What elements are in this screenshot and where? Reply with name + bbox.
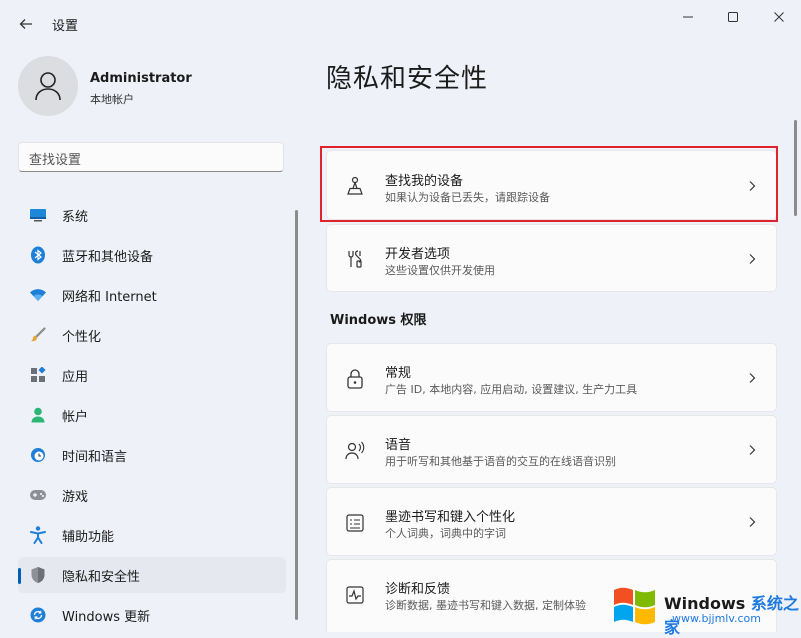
find-device-icon [343, 174, 367, 198]
diagnostics-icon [343, 583, 367, 607]
card-subtitle: 诊断数据, 墨迹书写和键入数据, 定制体验 [385, 599, 586, 612]
profile-account-type: 本地帐户 [90, 93, 134, 106]
developer-tools-icon [343, 247, 367, 271]
inking-icon [343, 511, 367, 535]
watermark-url: www.bjjmlv.com [672, 612, 761, 625]
speech-card[interactable]: 语音 用于听写和其他基于语音的交互的在线语音识别 [326, 415, 777, 484]
card-subtitle: 用于听写和其他基于语音的交互的在线语音识别 [385, 455, 616, 468]
section-heading: Windows 权限 [330, 313, 427, 328]
inking-typing-card[interactable]: 墨迹书写和键入个性化 个人词典，词典中的字词 [326, 487, 777, 556]
close-icon [774, 12, 784, 22]
apps-icon [29, 366, 47, 384]
sidebar-item-time-language[interactable]: 时间和语言 [18, 437, 286, 473]
sidebar-item-label: 隐私和安全性 [62, 569, 141, 585]
card-title: 诊断和反馈 [385, 582, 451, 597]
chevron-right-icon [749, 373, 756, 383]
minimize-icon [683, 16, 693, 18]
back-arrow-icon [19, 19, 32, 29]
brush-icon [29, 326, 47, 344]
sidebar-item-apps[interactable]: 应用 [18, 357, 286, 393]
sidebar-item-label: 网络和 Internet [62, 289, 157, 305]
chevron-right-icon [749, 181, 756, 191]
general-card[interactable]: 常规 广告 ID, 本地内容, 应用启动, 设置建议, 生产力工具 [326, 343, 777, 412]
sidebar-item-system[interactable]: 系统 [18, 197, 286, 233]
chevron-right-icon [749, 254, 756, 264]
search-input[interactable]: 查找设置 [29, 149, 81, 168]
lock-icon [343, 367, 367, 391]
chevron-right-icon [749, 445, 756, 455]
person-icon [29, 406, 47, 424]
sidebar-item-label: Windows 更新 [62, 609, 151, 625]
sidebar-item-label: 系统 [62, 209, 89, 225]
card-subtitle: 个人词典，词典中的字词 [385, 527, 506, 540]
sidebar-nav: 系统 蓝牙和其他设备 网络和 Internet 个性化 应用 帐户 时间和语言 … [18, 197, 286, 637]
chevron-right-icon [749, 517, 756, 527]
shield-icon [29, 566, 47, 584]
watermark-title-en: Windows [664, 594, 746, 613]
update-icon [29, 606, 47, 624]
windows-logo-icon [614, 587, 655, 625]
card-title: 查找我的设备 [385, 174, 464, 189]
sidebar-item-gaming[interactable]: 游戏 [18, 477, 286, 513]
sidebar-item-label: 辅助功能 [62, 529, 115, 545]
card-title: 开发者选项 [385, 247, 451, 262]
sidebar-item-label: 应用 [62, 369, 89, 385]
app-title: 设置 [52, 19, 79, 34]
bluetooth-icon [29, 246, 47, 264]
card-title: 常规 [385, 366, 412, 381]
watermark: Windows 系统之家 www.bjjmlv.com [606, 576, 801, 637]
search-box[interactable]: 查找设置 [18, 142, 284, 172]
maximize-icon [728, 12, 738, 22]
card-subtitle: 广告 ID, 本地内容, 应用启动, 设置建议, 生产力工具 [385, 383, 638, 396]
title-bar: 设置 [0, 0, 801, 46]
sidebar-item-label: 游戏 [62, 489, 89, 505]
card-title: 语音 [385, 438, 412, 453]
minimize-button[interactable] [673, 6, 703, 28]
card-title: 墨迹书写和键入个性化 [385, 510, 516, 525]
active-indicator [18, 568, 21, 584]
gamepad-icon [29, 486, 47, 504]
developer-options-card[interactable]: 开发者选项 这些设置仅供开发使用 [326, 224, 777, 292]
user-avatar-icon [35, 72, 61, 101]
profile-name: Administrator [90, 71, 192, 86]
find-my-device-card[interactable]: 查找我的设备 如果认为设备已丢失，请跟踪设备 [326, 150, 777, 220]
back-button[interactable] [14, 12, 38, 36]
sidebar-item-label: 个性化 [62, 329, 102, 345]
sidebar-item-bluetooth[interactable]: 蓝牙和其他设备 [18, 237, 286, 273]
sidebar-item-privacy-security[interactable]: 隐私和安全性 [18, 557, 286, 593]
sidebar-item-windows-update[interactable]: Windows 更新 [18, 597, 286, 633]
main-scrollbar[interactable] [794, 120, 797, 216]
sidebar-item-accessibility[interactable]: 辅助功能 [18, 517, 286, 553]
maximize-button[interactable] [718, 6, 748, 28]
close-button[interactable] [764, 6, 794, 28]
speech-icon [343, 439, 367, 463]
page-title: 隐私和安全性 [326, 64, 489, 94]
clock-globe-icon [29, 446, 47, 464]
sidebar-scrollbar[interactable] [295, 210, 298, 620]
sidebar-item-accounts[interactable]: 帐户 [18, 397, 286, 433]
sidebar-item-label: 蓝牙和其他设备 [62, 249, 154, 265]
sidebar-item-label: 时间和语言 [62, 449, 128, 465]
sidebar-item-personalization[interactable]: 个性化 [18, 317, 286, 353]
accessibility-icon [29, 526, 47, 544]
wifi-icon [29, 286, 47, 304]
card-subtitle: 如果认为设备已丢失，请跟踪设备 [385, 191, 550, 204]
avatar [18, 56, 78, 116]
sidebar-item-label: 帐户 [62, 409, 89, 425]
sidebar-item-network[interactable]: 网络和 Internet [18, 277, 286, 313]
monitor-icon [29, 206, 47, 224]
user-profile[interactable]: Administrator 本地帐户 [18, 56, 278, 120]
card-subtitle: 这些设置仅供开发使用 [385, 264, 495, 277]
